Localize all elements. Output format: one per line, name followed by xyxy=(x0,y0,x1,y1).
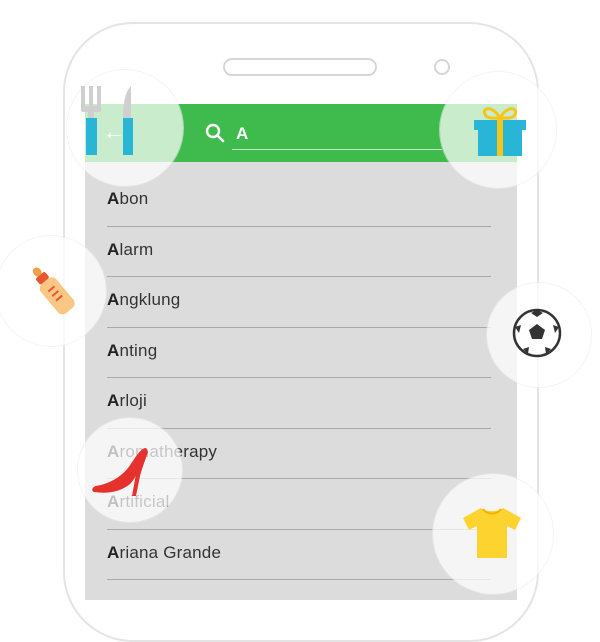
high-heel-bubble xyxy=(78,418,182,522)
match-highlight: A xyxy=(107,542,120,562)
item-label-rest: ngklung xyxy=(119,290,181,309)
soccer-ball-icon xyxy=(512,308,562,358)
list-item[interactable]: Alarm xyxy=(107,227,491,277)
results-list: Abon Alarm Angklung Anting Arloji Aromat… xyxy=(107,176,491,580)
list-item[interactable]: Anting xyxy=(107,328,491,378)
search-input[interactable] xyxy=(232,116,442,150)
match-highlight: A xyxy=(107,189,120,208)
item-label-rest: nting xyxy=(119,340,158,360)
match-highlight: A xyxy=(107,290,120,309)
list-item[interactable]: Angklung xyxy=(107,277,491,328)
item-label-rest: rloji xyxy=(119,391,147,410)
item-label-rest: larm xyxy=(119,239,154,259)
list-item[interactable]: Abon xyxy=(107,176,491,227)
baby-bottle-bubble xyxy=(0,236,106,346)
tshirt-icon xyxy=(463,508,521,558)
high-heel-icon xyxy=(92,448,148,496)
match-highlight: A xyxy=(107,239,120,259)
phone-camera xyxy=(434,59,450,75)
tshirt-bubble xyxy=(433,474,553,594)
search-icon[interactable] xyxy=(205,123,225,143)
item-label-rest: riana Grande xyxy=(119,542,222,562)
phone-speaker xyxy=(223,58,377,76)
soccer-ball-bubble xyxy=(487,283,591,387)
list-item[interactable]: Arloji xyxy=(107,378,491,429)
cutlery-bubble xyxy=(67,70,183,186)
gift-bubble xyxy=(440,72,556,188)
match-highlight: A xyxy=(107,340,120,360)
cutlery-icon xyxy=(81,86,133,155)
baby-bottle-icon xyxy=(32,267,75,315)
match-highlight: A xyxy=(107,391,120,410)
gift-icon xyxy=(474,107,526,156)
item-label-rest: bon xyxy=(119,189,149,208)
